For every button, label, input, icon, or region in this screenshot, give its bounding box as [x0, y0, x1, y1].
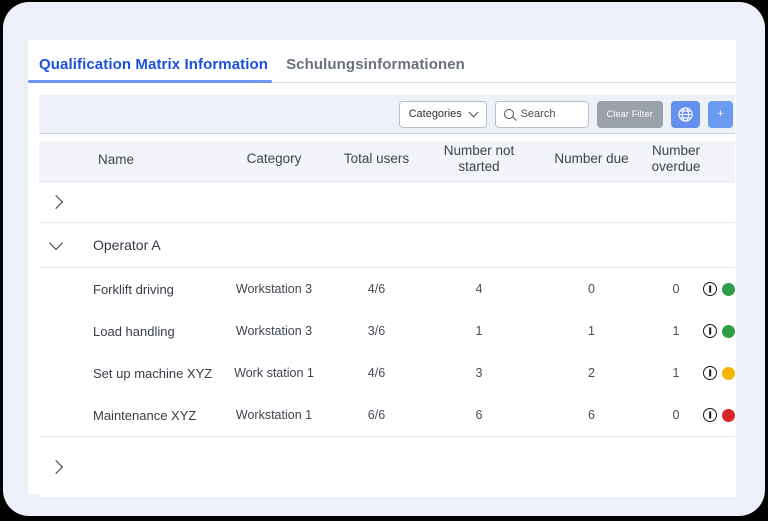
collapse-row-button[interactable]: [39, 242, 93, 248]
qualification-table: Categories Clear Filter + Name C: [39, 95, 735, 497]
total-users-value: 4/6: [329, 282, 424, 296]
toolbar-header-gap: [39, 134, 735, 141]
header-total-users: Total users: [329, 151, 424, 167]
number-due-value: 0: [534, 282, 649, 296]
search-input[interactable]: [521, 108, 573, 120]
globe-icon: [677, 106, 694, 123]
category-value: Workstation 3: [219, 324, 329, 338]
expand-row-button[interactable]: [39, 462, 93, 472]
number-overdue-value: 1: [649, 366, 703, 380]
category-value: Work station 1: [219, 366, 329, 380]
table-row: Forklift driving Workstation 3 4/6 4 0 0: [39, 268, 735, 310]
number-not-started-value: 4: [424, 282, 534, 296]
qualification-name: Forklift driving: [93, 282, 219, 297]
number-not-started-value: 1: [424, 324, 534, 338]
search-icon: [504, 109, 514, 119]
category-value: Workstation 3: [219, 282, 329, 296]
status-dot: [722, 409, 735, 422]
header-number-due: Number due: [534, 151, 649, 167]
number-not-started-value: 6: [424, 408, 534, 422]
tabs-bar: Qualification Matrix Information Schulun…: [28, 40, 736, 83]
status-dot: [722, 367, 735, 380]
number-overdue-value: 0: [649, 282, 703, 296]
number-due-value: 2: [534, 366, 649, 380]
info-icon[interactable]: [703, 408, 717, 422]
tab-qualification-matrix[interactable]: Qualification Matrix Information: [39, 56, 268, 82]
number-overdue-value: 0: [649, 408, 703, 422]
table-row: Set up machine XYZ Work station 1 4/6 3 …: [39, 352, 735, 394]
table-toolbar: Categories Clear Filter +: [39, 95, 735, 134]
status-dot: [722, 283, 735, 296]
table-row-group[interactable]: Operator A: [39, 223, 735, 268]
chevron-down-icon: [468, 108, 478, 118]
header-number-not-started: Number not started: [424, 143, 534, 175]
total-users-value: 3/6: [329, 324, 424, 338]
info-icon[interactable]: [703, 282, 717, 296]
number-due-value: 6: [534, 408, 649, 422]
globe-button[interactable]: [671, 101, 700, 128]
table-row-collapsed[interactable]: [39, 437, 735, 497]
total-users-value: 4/6: [329, 366, 424, 380]
category-value: Workstation 1: [219, 408, 329, 422]
number-due-value: 1: [534, 324, 649, 338]
add-button[interactable]: +: [708, 101, 733, 128]
number-overdue-value: 1: [649, 324, 703, 338]
qualification-name: Maintenance XYZ: [93, 408, 219, 423]
number-not-started-value: 3: [424, 366, 534, 380]
content-panel: Qualification Matrix Information Schulun…: [28, 40, 736, 494]
table-row: Load handling Workstation 3 3/6 1 1 1: [39, 310, 735, 352]
qualification-name: Load handling: [93, 324, 219, 339]
app-card: Qualification Matrix Information Schulun…: [3, 2, 765, 516]
table-row-collapsed[interactable]: [39, 182, 735, 223]
table-header-row: Name Category Total users Number not sta…: [39, 141, 735, 182]
chevron-down-icon: [49, 236, 63, 250]
clear-filter-button[interactable]: Clear Filter: [597, 101, 663, 128]
group-name: Operator A: [93, 237, 219, 253]
info-icon[interactable]: [703, 324, 717, 338]
qualification-name: Set up machine XYZ: [93, 366, 219, 381]
categories-select[interactable]: Categories: [399, 101, 487, 128]
chevron-right-icon: [49, 195, 63, 209]
header-name: Name: [39, 152, 219, 167]
expand-row-button[interactable]: [39, 197, 93, 207]
tab-schulungsinformationen[interactable]: Schulungsinformationen: [286, 56, 465, 82]
info-icon[interactable]: [703, 366, 717, 380]
chevron-right-icon: [49, 460, 63, 474]
status-dot: [722, 325, 735, 338]
header-category: Category: [219, 151, 329, 167]
table-row: Maintenance XYZ Workstation 1 6/6 6 6 0: [39, 394, 735, 437]
categories-select-label: Categories: [409, 108, 462, 120]
search-box[interactable]: [495, 101, 589, 128]
total-users-value: 6/6: [329, 408, 424, 422]
header-number-overdue: Number overdue: [649, 143, 703, 175]
